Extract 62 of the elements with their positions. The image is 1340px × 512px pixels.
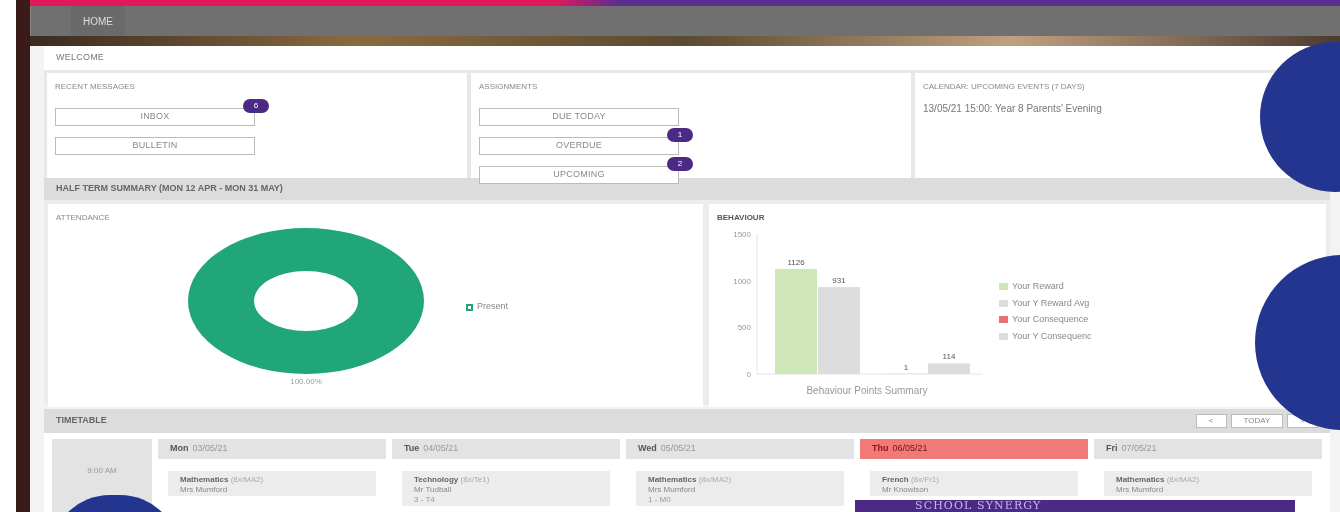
card-title: BEHAVIOUR — [717, 212, 766, 224]
legend-swatch — [999, 283, 1008, 291]
bar-value-label: 1 — [903, 362, 909, 372]
legend-swatch — [466, 303, 473, 311]
legend-swatch — [999, 316, 1008, 324]
card-title: ATTENDANCE — [56, 212, 111, 224]
timetable-nav-button[interactable]: < — [1195, 414, 1227, 428]
nav-tab[interactable]: HOME — [71, 6, 125, 36]
lesson-card[interactable]: Mathematics (8x/MA2) Mrs Mumford 1 - M0 — [636, 470, 844, 506]
lesson-card[interactable]: Mathematics (8x/MA2) Mrs Mumford — [168, 470, 376, 496]
bar-value-label: 1126 — [787, 257, 805, 267]
panel-button[interactable]: UPCOMING — [479, 165, 679, 184]
axis-tick-label: 0 — [746, 370, 751, 379]
lesson-teacher: Mr Knowlson — [882, 484, 930, 495]
donut-value-label: 100.00% — [290, 376, 322, 388]
count-badge: 2 — [667, 157, 693, 171]
day-header[interactable]: Mon 03/05/21 — [158, 439, 386, 459]
legend-swatch — [999, 299, 1008, 307]
lesson-subject: Mathematics (8x/MA2) — [648, 474, 733, 485]
lesson-room: 1 - M0 — [648, 494, 672, 505]
panel-title: ASSIGNMENTS — [479, 81, 539, 93]
legend-label: Your Consequence — [1012, 313, 1089, 326]
timetable-nav-button[interactable]: TODAY — [1230, 414, 1284, 428]
count-badge: 6 — [243, 99, 269, 113]
lesson-teacher: Mrs Mumford — [648, 484, 697, 495]
panel-title: CALENDAR: UPCOMING EVENTS (7 DAYS) — [923, 81, 1086, 93]
legend-swatch — [999, 332, 1008, 340]
day-header[interactable]: Wed 05/05/21 — [626, 439, 854, 459]
lesson-teacher: Mrs Mumford — [180, 484, 229, 495]
section-header: HALF TERM SUMMARY (MON 12 APR - MON 31 MAY) — [44, 178, 1330, 200]
lesson-subject: French (8x/Fr1) — [882, 474, 940, 485]
legend-label: Present — [477, 300, 509, 314]
calendar-event[interactable]: 13/05/21 15:00: Year 8 Parents' Evening — [923, 101, 1102, 116]
legend-label: Your Reward — [1012, 280, 1064, 293]
bar-value-label: 114 — [942, 352, 956, 362]
panel-button[interactable]: INBOX — [55, 107, 255, 126]
lesson-teacher: Mrs Mumford — [1116, 484, 1165, 495]
lesson-card[interactable]: Technology (8x/Te1) Mr Tudball 3 - T4 — [402, 470, 610, 506]
axis-tick-label: 1000 — [733, 276, 751, 286]
bar-value-label: 931 — [832, 276, 846, 286]
section-header: TIMETABLE — [56, 414, 107, 428]
lesson-card[interactable]: Mathematics (8x/MA2) Mrs Mumford — [1104, 470, 1312, 496]
panel-button[interactable]: BULLETIN — [55, 136, 255, 155]
legend-label: Your Y Reward Avg — [1012, 296, 1090, 310]
day-header[interactable]: Tue 04/05/21 — [392, 439, 620, 459]
lesson-subject: Mathematics (8x/MA2) — [180, 474, 265, 485]
day-header[interactable]: Thu 06/05/21 — [860, 439, 1088, 459]
axis-tick-label: 500 — [737, 323, 751, 333]
panel-title: RECENT MESSAGES — [55, 81, 136, 93]
legend-label: Your Y Consequenc — [1012, 329, 1092, 343]
lesson-room: 3 - T4 — [414, 494, 436, 505]
category-label: Behaviour Points Summary — [806, 385, 928, 396]
banner-title: SCHOOL SYNERGY — [915, 500, 1042, 512]
lesson-subject: Technology (8x/Te1) — [414, 474, 491, 485]
day-header[interactable]: Fri 07/05/21 — [1094, 439, 1322, 459]
lesson-subject: Mathematics (8x/MA2) — [1116, 474, 1201, 485]
lesson-card[interactable]: French (8x/Fr1) Mr Knowlson — [870, 470, 1078, 496]
count-badge: 1 — [667, 128, 693, 142]
lesson-teacher: Mr Tudball — [414, 484, 453, 495]
axis-tick-label: 1500 — [733, 230, 751, 239]
panel-button[interactable]: DUE TODAY — [479, 107, 679, 126]
panel-button[interactable]: OVERDUE — [479, 136, 679, 155]
